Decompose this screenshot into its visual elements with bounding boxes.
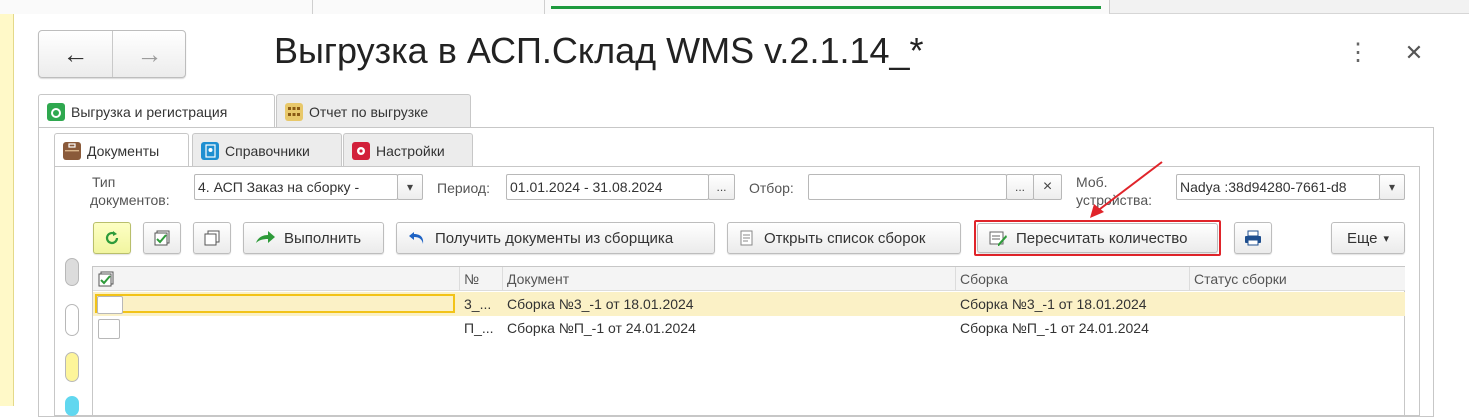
column-header-document[interactable]: Документ [503,267,956,291]
row-checkbox[interactable] [97,296,123,314]
tab-export-report[interactable]: Отчет по выгрузке [276,94,471,128]
tab-settings[interactable]: Настройки [343,133,473,167]
column-header-assembly[interactable]: Сборка [956,267,1190,291]
execute-arrow-icon [256,231,275,243]
clear-filter-icon[interactable]: × [1033,174,1062,200]
close-icon[interactable]: ✕ [1402,40,1426,66]
refresh-button[interactable] [93,222,131,254]
annotation-arrow [1090,161,1163,218]
open-assemblies-list-button[interactable]: Открыть список сборок [727,222,961,254]
briefcase-icon [63,141,81,160]
chevron-down-icon: ▾ [1383,232,1390,245]
tab-label: Настройки [376,142,445,159]
arrow-left-icon: ← [62,38,89,69]
cell-status [1190,316,1405,340]
settings-icon [352,141,370,160]
green-export-icon [47,102,65,121]
recalculate-icon [989,231,1007,246]
arrow-right-icon: → [136,38,163,69]
scroll-handle[interactable] [65,304,79,336]
period-label: Период: [437,180,490,196]
tab-label: Справочники [225,142,310,159]
tab-documents[interactable]: Документы [54,133,189,167]
row-checkbox[interactable] [98,319,120,339]
printer-icon [1245,230,1261,246]
get-documents-button[interactable]: Получить документы из сборщика [396,222,715,254]
forward-button[interactable]: → [113,31,186,77]
execute-button[interactable]: Выполнить [243,222,384,254]
table-row[interactable]: П_... Сборка №П_-1 от 24.01.2024 Сборка … [93,316,1405,340]
window-tab[interactable] [0,0,313,14]
scroll-handle[interactable] [65,258,79,286]
scroll-handle[interactable] [65,352,79,382]
window-tabs-strip [0,0,1469,14]
active-tab-indicator [551,6,1101,9]
document-list-icon [740,230,753,246]
table-row[interactable]: 3_... Сборка №3_-1 от 18.01.2024 Сборка … [93,292,1405,316]
back-button[interactable]: ← [39,31,113,77]
doc-type-label: Тип [92,174,116,190]
refresh-icon [105,231,119,245]
window-tab[interactable] [312,0,546,14]
period-field[interactable]: 01.01.2024 - 31.08.2024 [506,174,709,200]
doc-type-select[interactable]: 4. АСП Заказ на сборку - [194,174,398,200]
cell-number: 3_... [464,296,492,312]
column-header-status[interactable]: Статус сборки [1190,267,1405,291]
cell-document: Сборка №П_-1 от 24.01.2024 [507,320,696,336]
recalculate-quantity-button[interactable]: Пересчитать количество [977,223,1218,253]
directory-book-icon [201,141,219,160]
check-all-button[interactable] [143,222,181,254]
cell-status [1190,292,1405,316]
filter-select-button[interactable]: ... [1006,174,1034,200]
checkbox-checked-icon [98,271,114,287]
cell-document: Сборка №3_-1 от 18.01.2024 [507,296,694,312]
cell-assembly: Сборка №3_-1 от 18.01.2024 [960,296,1147,312]
left-panel-edge [0,14,14,406]
cell-assembly: Сборка №П_-1 от 24.01.2024 [960,320,1149,336]
tab-export-registration[interactable]: Выгрузка и регистрация [38,94,275,128]
checkbox-checked-icon [154,230,170,246]
recalculate-quantity-label: Пересчитать количество [1016,229,1188,247]
page-title: Выгрузка в АСП.Склад WMS v.2.1.14_* [274,30,924,71]
doc-type-label-2: документов: [90,192,170,208]
get-documents-label: Получить документы из сборщика [435,229,674,247]
tab-directories[interactable]: Справочники [192,133,342,167]
tab-label: Отчет по выгрузке [309,103,429,120]
device-select[interactable]: Nadya :38d94280-7661-d8 [1176,174,1380,200]
more-button[interactable]: Еще ▾ [1331,222,1405,254]
chevron-down-icon[interactable]: ▾ [397,174,423,200]
scroll-handle[interactable] [65,396,79,416]
documents-table: № Документ Сборка Статус сборки 3_... Сб… [92,266,1405,416]
period-select-button[interactable]: ... [708,174,735,200]
tab-label: Выгрузка и регистрация [71,103,228,120]
execute-label: Выполнить [284,229,362,247]
filter-label: Отбор: [749,180,794,196]
checkbox-empty-icon [204,230,220,246]
navigation-buttons: ← → [38,30,186,78]
column-header-check[interactable] [93,267,460,291]
open-assemblies-list-label: Открыть список сборок [764,229,926,247]
cell-number: П_... [464,320,494,336]
undo-arrow-icon [409,232,424,244]
filter-field[interactable] [808,174,1007,200]
more-label: Еще [1346,229,1378,247]
report-icon [285,102,303,121]
tab-label: Документы [87,142,160,159]
chevron-down-icon[interactable]: ▾ [1379,174,1405,200]
uncheck-all-button[interactable] [193,222,231,254]
column-header-number[interactable]: № [460,267,503,291]
more-actions-menu-icon[interactable]: ⋮ [1346,40,1370,66]
selected-cell-frame [95,294,455,313]
print-button[interactable] [1234,222,1272,254]
